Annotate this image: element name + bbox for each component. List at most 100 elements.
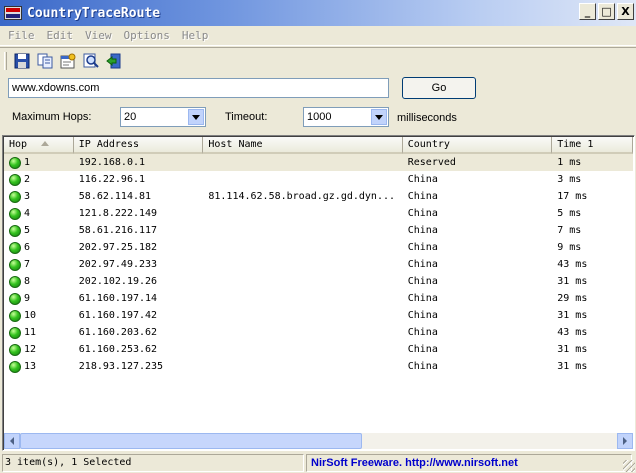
status-ok-icon — [9, 207, 21, 220]
hop-number: 4 — [24, 208, 31, 219]
window-title: CountryTraceRoute — [27, 5, 161, 21]
status-ok-icon — [9, 292, 21, 305]
cell-country: China — [407, 242, 438, 253]
table-row[interactable]: 7 202.97.49.233 China 43 ms — [4, 256, 633, 273]
hop-number: 8 — [24, 276, 31, 287]
host-input[interactable] — [8, 78, 389, 98]
table-row[interactable]: 12 61.160.253.62 China 31 ms — [4, 341, 633, 358]
exit-button[interactable] — [103, 50, 125, 72]
chevron-down-icon[interactable] — [371, 109, 387, 125]
table-row[interactable]: 9 61.160.197.14 China 29 ms — [4, 290, 633, 307]
cell-country: China — [407, 310, 438, 321]
table-row[interactable]: 8 202.102.19.26 China 31 ms — [4, 273, 633, 290]
cell-time: 31 ms — [557, 310, 588, 321]
table-row[interactable]: 10 61.160.197.42 China 31 ms — [4, 307, 633, 324]
table-row[interactable]: 13 218.93.127.235 China 31 ms — [4, 358, 633, 375]
cell-country: Reserved — [407, 157, 456, 168]
hop-number: 6 — [24, 242, 31, 253]
cell-time: 3 ms — [557, 174, 582, 185]
save-button[interactable] — [11, 50, 33, 72]
timeout-value: 1000 — [307, 111, 332, 123]
properties-icon — [60, 53, 76, 68]
menu-bar: File Edit View Options Help — [0, 26, 636, 46]
cell-country: China — [407, 344, 438, 355]
save-icon — [14, 53, 30, 68]
timeout-select[interactable]: 1000 — [303, 107, 389, 127]
cell-ip: 202.102.19.26 — [78, 276, 158, 287]
cell-hop: 2 — [4, 173, 74, 186]
cell-country: China — [407, 225, 438, 236]
status-ok-icon — [9, 360, 21, 373]
table-row[interactable]: 1 192.168.0.1 Reserved 1 ms — [4, 154, 633, 171]
cell-ip: 202.97.49.233 — [78, 259, 158, 270]
cell-time: 43 ms — [557, 327, 588, 338]
menu-file[interactable]: File — [2, 29, 41, 42]
cell-country: China — [407, 208, 438, 219]
column-country[interactable]: Country — [402, 137, 553, 154]
table-row[interactable]: 4 121.8.222.149 China 5 ms — [4, 205, 633, 222]
cell-time: 1 ms — [557, 157, 582, 168]
toolbar-grip[interactable] — [4, 51, 7, 70]
nirsoft-link[interactable]: NirSoft Freeware. http://www.nirsoft.net — [306, 454, 632, 472]
title-bar[interactable]: CountryTraceRoute _ □ X — [0, 0, 636, 26]
copy-button[interactable] — [34, 50, 56, 72]
column-ip-address[interactable]: IP Address — [73, 137, 204, 154]
results-list[interactable]: Hop IP Address Host Name Country Time 1 … — [2, 135, 635, 451]
max-hops-label: Maximum Hops: — [12, 111, 92, 123]
table-row[interactable]: 3 58.62.114.81 81.114.62.58.broad.gz.gd.dy… — [4, 188, 633, 205]
cell-ip: 192.168.0.1 — [78, 157, 146, 168]
chevron-down-icon[interactable] — [188, 109, 204, 125]
list-header: Hop IP Address Host Name Country Time 1 — [4, 137, 633, 154]
column-host-name[interactable]: Host Name — [203, 137, 403, 154]
go-button[interactable]: Go — [402, 77, 476, 99]
cell-host: 81.114.62.58.broad.gz.gd.dyn... — [208, 191, 396, 202]
find-button[interactable] — [80, 50, 102, 72]
table-row[interactable]: 2 116.22.96.1 China 3 ms — [4, 171, 633, 188]
hop-number: 13 — [24, 361, 37, 372]
scroll-track[interactable] — [362, 433, 617, 449]
cell-ip: 202.97.25.182 — [78, 242, 158, 253]
table-row[interactable]: 5 58.61.216.117 China 7 ms — [4, 222, 633, 239]
menu-view[interactable]: View — [79, 29, 118, 42]
cell-country: China — [407, 361, 438, 372]
minimize-button[interactable]: _ — [579, 3, 596, 20]
status-ok-icon — [9, 190, 21, 203]
scroll-right-icon[interactable] — [617, 433, 633, 449]
resize-grip[interactable] — [623, 460, 635, 472]
cell-time: 43 ms — [557, 259, 588, 270]
properties-button[interactable] — [57, 50, 79, 72]
status-ok-icon — [9, 173, 21, 186]
cell-ip: 218.93.127.235 — [78, 361, 164, 372]
cell-hop: 13 — [4, 360, 74, 373]
status-ok-icon — [9, 326, 21, 339]
cell-ip: 121.8.222.149 — [78, 208, 158, 219]
horizontal-scrollbar[interactable] — [4, 433, 633, 449]
cell-hop: 9 — [4, 292, 74, 305]
cell-country: China — [407, 276, 438, 287]
hop-number: 9 — [24, 293, 31, 304]
hop-number: 12 — [24, 344, 37, 355]
menu-edit[interactable]: Edit — [41, 29, 80, 42]
cell-time: 31 ms — [557, 344, 588, 355]
find-icon — [83, 53, 99, 68]
cell-time: 29 ms — [557, 293, 588, 304]
scroll-thumb[interactable] — [20, 433, 362, 449]
column-hop[interactable]: Hop — [4, 137, 74, 154]
table-row[interactable]: 11 61.160.203.62 China 43 ms — [4, 324, 633, 341]
menu-help[interactable]: Help — [176, 29, 215, 42]
cell-hop: 1 — [4, 156, 74, 169]
close-button[interactable]: X — [617, 3, 634, 20]
column-time-1[interactable]: Time 1 — [552, 137, 633, 154]
table-row[interactable]: 6 202.97.25.182 China 9 ms — [4, 239, 633, 256]
timeout-label: Timeout: — [225, 111, 268, 123]
status-ok-icon — [9, 258, 21, 271]
max-hops-value: 20 — [124, 111, 137, 123]
menu-options[interactable]: Options — [118, 29, 176, 42]
cell-time: 5 ms — [557, 208, 582, 219]
maximize-button[interactable]: □ — [598, 3, 615, 20]
cell-ip: 61.160.253.62 — [78, 344, 158, 355]
scroll-left-icon[interactable] — [4, 433, 20, 449]
max-hops-select[interactable]: 20 — [120, 107, 206, 127]
cell-country: China — [407, 174, 438, 185]
status-bar: 3 item(s), 1 Selected NirSoft Freeware. … — [0, 453, 636, 473]
